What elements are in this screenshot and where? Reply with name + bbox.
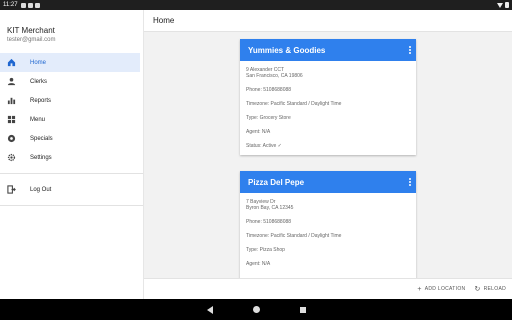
android-status-bar: 11:27: [0, 0, 512, 10]
logout-label: Log Out: [30, 186, 52, 193]
location-address: 9 Alexander CCT San Francisco, CA 19806: [246, 67, 410, 79]
recents-icon[interactable]: [299, 306, 306, 313]
address-line2: San Francisco, CA 19806: [246, 73, 303, 79]
location-type: Type: Pizza Shop: [246, 247, 285, 253]
location-status: Status: Active ✓: [246, 143, 282, 149]
sidebar: KIT Merchant tester@gmail.com Home Clerk…: [0, 10, 144, 299]
locations-list[interactable]: Yummies & Goodies 9 Alexander CCT San Fr…: [144, 33, 512, 278]
status-time: 11:27: [3, 2, 18, 8]
add-location-label: ADD LOCATION: [424, 286, 466, 292]
home-icon: [7, 58, 16, 67]
location-card: Pizza Del Pepe 7 Bayview Dr Byron Bay, C…: [240, 171, 416, 278]
sidebar-divider: [0, 173, 143, 174]
location-card-body: 7 Bayview Dr Byron Bay, CA 12345 Phone: …: [240, 193, 416, 278]
sidebar-item-label: Clerks: [30, 78, 48, 85]
location-agent: Agent: N/A: [246, 129, 271, 135]
sidebar-item-label: Menu: [30, 116, 46, 123]
person-icon: [7, 77, 16, 86]
sidebar-item-label: Settings: [30, 154, 52, 161]
back-icon[interactable]: [206, 305, 213, 314]
logout-icon: [7, 185, 16, 194]
location-agent: Agent: N/A: [246, 261, 271, 267]
bar-chart-icon: [7, 96, 16, 105]
merchant-header: KIT Merchant tester@gmail.com: [0, 10, 143, 43]
location-card-header: Yummies & Goodies: [240, 39, 416, 61]
logout-button[interactable]: Log Out: [0, 180, 143, 199]
refresh-icon: ↻: [474, 286, 481, 293]
location-card-body: 9 Alexander CCT San Francisco, CA 19806 …: [240, 61, 416, 155]
sidebar-item-menu[interactable]: Menu: [0, 110, 143, 129]
notification-icon: [20, 2, 26, 8]
address-line2: Byron Bay, CA 12345: [246, 205, 294, 211]
battery-icon: [505, 2, 509, 8]
location-phone: Phone: 5108688088: [246, 87, 292, 93]
more-vert-icon[interactable]: [404, 46, 416, 54]
main-content: Home Yummies & Goodies 9 Alexander CCT S…: [144, 10, 512, 299]
android-nav-bar: [0, 299, 512, 320]
reload-button[interactable]: ↻ RELOAD: [474, 285, 506, 293]
sidebar-item-label: Specials: [30, 135, 53, 142]
notification-icon: [27, 2, 33, 8]
location-timezone: Timezone: Pacific Standard / Daylight Ti…: [246, 101, 342, 107]
location-type: Type: Grocery Store: [246, 115, 291, 121]
location-timezone: Timezone: Pacific Standard / Daylight Ti…: [246, 233, 342, 239]
app-bar: Home: [144, 10, 512, 32]
sidebar-divider: [0, 205, 143, 206]
reload-label: RELOAD: [483, 286, 506, 292]
home-button-icon[interactable]: [252, 306, 260, 313]
sidebar-nav: Home Clerks Reports Menu Specials Settin…: [0, 53, 143, 167]
grid-icon: [7, 115, 16, 124]
more-vert-icon[interactable]: [404, 178, 416, 186]
location-phone: Phone: 5108688088: [246, 219, 292, 225]
add-location-button[interactable]: + ADD LOCATION: [417, 286, 465, 293]
sidebar-item-specials[interactable]: Specials: [0, 129, 143, 148]
merchant-email: tester@gmail.com: [7, 37, 56, 43]
sidebar-item-clerks[interactable]: Clerks: [0, 72, 143, 91]
location-name: Pizza Del Pepe: [248, 177, 305, 187]
sidebar-item-label: Home: [30, 59, 47, 66]
wifi-icon: [497, 2, 503, 8]
bottom-action-bar: + ADD LOCATION ↻ RELOAD: [144, 278, 512, 299]
location-card-header: Pizza Del Pepe: [240, 171, 416, 193]
plus-icon: +: [417, 285, 422, 293]
location-card: Yummies & Goodies 9 Alexander CCT San Fr…: [240, 39, 416, 155]
page-title: Home: [153, 16, 175, 25]
notification-icon: [34, 2, 40, 8]
badge-icon: [7, 134, 16, 143]
sidebar-item-label: Reports: [30, 97, 52, 104]
location-name: Yummies & Goodies: [248, 45, 326, 55]
location-address: 7 Bayview Dr Byron Bay, CA 12345: [246, 199, 410, 211]
sidebar-item-settings[interactable]: Settings: [0, 148, 143, 167]
merchant-name: KIT Merchant: [7, 26, 55, 35]
sidebar-item-home[interactable]: Home: [0, 53, 140, 72]
sidebar-item-reports[interactable]: Reports: [0, 91, 143, 110]
gear-icon: [7, 153, 16, 162]
